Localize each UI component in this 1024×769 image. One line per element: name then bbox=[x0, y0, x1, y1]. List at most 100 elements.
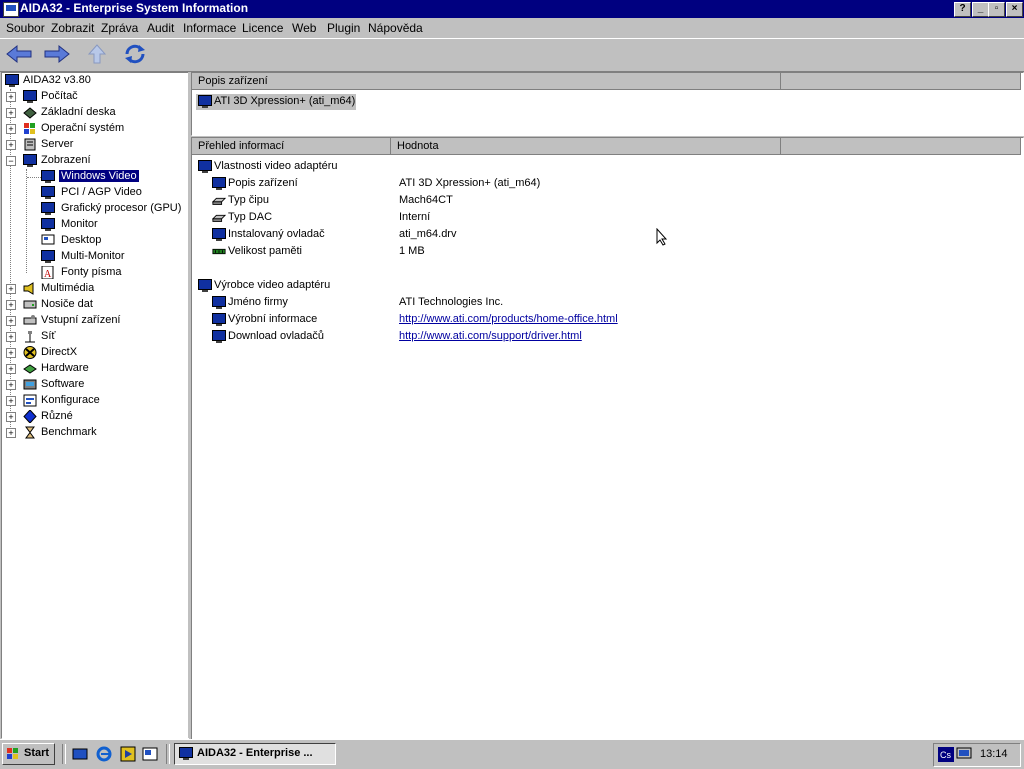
menu-zobrazit[interactable]: Zobrazit bbox=[51, 21, 94, 35]
tree-item-zakladni-deska[interactable]: + Základní deska bbox=[2, 105, 186, 121]
detail-row[interactable]: Instalovaný ovladač ati_m64.drv bbox=[212, 227, 772, 243]
expand-icon[interactable]: + bbox=[6, 92, 16, 102]
expand-icon[interactable]: + bbox=[6, 380, 16, 390]
detail-row[interactable]: Typ čipu Mach64CT bbox=[212, 193, 772, 209]
monitor-icon bbox=[198, 160, 212, 173]
detail-row[interactable]: Download ovladačů http://www.ati.com/sup… bbox=[212, 329, 772, 345]
hourglass-icon bbox=[25, 426, 35, 439]
tree-item-zobrazeni[interactable]: − Zobrazení bbox=[2, 153, 186, 169]
expand-icon[interactable]: + bbox=[6, 396, 16, 406]
tree-item-hardware[interactable]: + Hardware bbox=[2, 361, 186, 377]
column-header-device[interactable]: Popis zařízení bbox=[192, 73, 781, 90]
menu-plugin[interactable]: Plugin bbox=[327, 21, 360, 35]
manufacturer-link[interactable]: http://www.ati.com/products/home-office.… bbox=[399, 313, 618, 325]
taskbar-task-aida32[interactable]: AIDA32 - Enterprise ... bbox=[174, 743, 336, 765]
device-list-item[interactable]: ATI 3D Xpression+ (ati_m64) bbox=[196, 94, 356, 110]
column-header-field[interactable]: Přehled informací bbox=[192, 138, 391, 155]
expand-icon[interactable]: + bbox=[6, 428, 16, 438]
network-icon bbox=[25, 331, 35, 343]
tree-item-pci-agp-video[interactable]: PCI / AGP Video bbox=[2, 185, 186, 201]
minimize-button[interactable]: _ bbox=[972, 2, 989, 17]
forward-arrow-icon[interactable] bbox=[43, 43, 71, 65]
tree-item-nosice-dat[interactable]: + Nosiče dat bbox=[2, 297, 186, 313]
window-title: AIDA32 - Enterprise System Information bbox=[20, 1, 249, 15]
mouse-cursor-icon bbox=[656, 228, 668, 246]
tree-item-operacni-system[interactable]: + Operační systém bbox=[2, 121, 186, 137]
hardware-icon bbox=[23, 364, 37, 374]
tree-item-desktop[interactable]: Desktop bbox=[2, 233, 186, 249]
speaker-icon bbox=[23, 282, 34, 295]
menu-licence[interactable]: Licence bbox=[242, 21, 283, 35]
group-header: Výrobce video adaptéru bbox=[196, 278, 496, 294]
column-header-empty[interactable] bbox=[781, 73, 1021, 90]
refresh-icon[interactable] bbox=[121, 43, 149, 65]
monitor-icon bbox=[212, 296, 226, 309]
expand-icon[interactable]: + bbox=[6, 348, 16, 358]
tree-item-konfigurace[interactable]: + Konfigurace bbox=[2, 393, 186, 409]
detail-row[interactable]: Typ DAC Interní bbox=[212, 210, 772, 226]
menu-web[interactable]: Web bbox=[292, 21, 316, 35]
internet-explorer-icon[interactable] bbox=[96, 746, 112, 762]
help-icon[interactable]: ? bbox=[954, 2, 971, 17]
expand-icon[interactable]: + bbox=[6, 412, 16, 422]
title-bar[interactable]: AIDA32 - Enterprise System Information ?… bbox=[0, 0, 1024, 18]
expand-icon[interactable]: + bbox=[6, 124, 16, 134]
monitor-icon bbox=[212, 313, 226, 326]
tree-item-pocitac[interactable]: + Počítač bbox=[2, 89, 186, 105]
column-header-value[interactable]: Hodnota bbox=[391, 138, 781, 155]
diamond-icon bbox=[23, 410, 37, 423]
monitor-icon bbox=[41, 170, 55, 183]
expand-icon[interactable]: + bbox=[6, 140, 16, 150]
start-button[interactable]: Start bbox=[2, 743, 55, 765]
back-arrow-icon[interactable] bbox=[5, 43, 33, 65]
expand-icon[interactable]: + bbox=[6, 316, 16, 326]
detail-row[interactable]: Jméno firmy ATI Technologies Inc. bbox=[212, 295, 772, 311]
tree-item-software[interactable]: + Software bbox=[2, 377, 186, 393]
tree-item-windows-video[interactable]: Windows Video bbox=[2, 169, 186, 185]
detail-row[interactable]: Popis zařízení ATI 3D Xpression+ (ati_m6… bbox=[212, 176, 772, 192]
group-header: Vlastnosti video adaptéru bbox=[196, 159, 496, 175]
column-header-empty[interactable] bbox=[781, 138, 1021, 155]
navigation-tree[interactable]: AIDA32 v3.80 + Počítač + Základní deska … bbox=[1, 72, 189, 739]
collapse-icon[interactable]: − bbox=[6, 156, 16, 166]
expand-icon[interactable]: + bbox=[6, 332, 16, 342]
software-icon bbox=[23, 379, 37, 390]
show-desktop-icon[interactable] bbox=[72, 746, 88, 762]
expand-icon[interactable]: + bbox=[6, 364, 16, 374]
close-button[interactable]: × bbox=[1006, 2, 1023, 17]
menu-informace[interactable]: Informace bbox=[183, 21, 236, 35]
expand-icon[interactable]: + bbox=[6, 300, 16, 310]
tree-item-server[interactable]: + Server bbox=[2, 137, 186, 153]
menu-soubor[interactable]: Soubor bbox=[6, 21, 45, 35]
desktop-shortcut-icon[interactable] bbox=[142, 746, 158, 762]
tree-item-fonty-pisma[interactable]: A Fonty písma bbox=[2, 265, 186, 281]
monitor-icon bbox=[212, 177, 226, 190]
system-tray: Cs 13:14 bbox=[933, 743, 1021, 767]
tree-root[interactable]: AIDA32 v3.80 bbox=[2, 73, 186, 89]
expand-icon[interactable]: + bbox=[6, 284, 16, 294]
driver-download-link[interactable]: http://www.ati.com/support/driver.html bbox=[399, 330, 582, 342]
maximize-button[interactable]: ▫ bbox=[988, 2, 1005, 17]
toolbar bbox=[0, 38, 1024, 72]
menu-zprava[interactable]: Zpráva bbox=[101, 21, 138, 35]
up-arrow-icon[interactable] bbox=[83, 43, 111, 65]
tree-item-directx[interactable]: + DirectX bbox=[2, 345, 186, 361]
tree-item-sit[interactable]: + Síť bbox=[2, 329, 186, 345]
tree-item-monitor[interactable]: Monitor bbox=[2, 217, 186, 233]
detail-row[interactable]: Výrobní informace http://www.ati.com/pro… bbox=[212, 312, 772, 328]
tree-item-multi-monitor[interactable]: Multi-Monitor bbox=[2, 249, 186, 265]
tree-item-vstupni-zarizeni[interactable]: + Vstupní zařízení bbox=[2, 313, 186, 329]
tree-item-benchmark[interactable]: + Benchmark bbox=[2, 425, 186, 441]
expand-icon[interactable]: + bbox=[6, 108, 16, 118]
display-settings-icon[interactable] bbox=[956, 747, 972, 762]
tree-item-graficky-procesor[interactable]: Grafický procesor (GPU) bbox=[2, 201, 186, 217]
media-player-icon[interactable] bbox=[120, 746, 136, 762]
keyboard-icon bbox=[23, 315, 37, 325]
menu-napoveda[interactable]: Nápověda bbox=[368, 21, 423, 35]
menu-audit[interactable]: Audit bbox=[147, 21, 174, 35]
tree-item-multimedia[interactable]: + Multimédia bbox=[2, 281, 186, 297]
keyboard-language-icon[interactable]: Cs bbox=[938, 747, 954, 762]
app-icon[interactable] bbox=[3, 2, 19, 17]
tree-item-ruzne[interactable]: + Různé bbox=[2, 409, 186, 425]
detail-row[interactable]: Velikost paměti 1 MB bbox=[212, 244, 772, 260]
